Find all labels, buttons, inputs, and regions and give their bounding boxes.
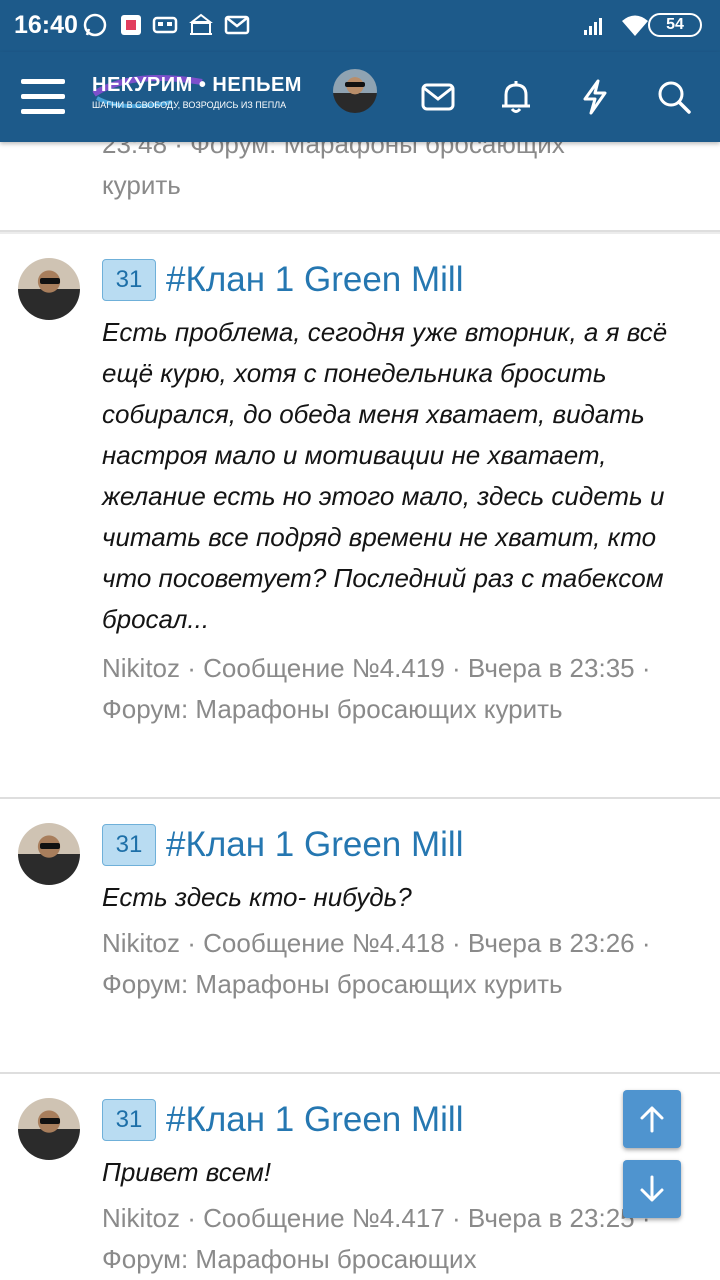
list-item[interactable]: 31 #Клан 1 Green Mill Есть проблема, сег… bbox=[0, 234, 720, 799]
menu-button[interactable] bbox=[14, 52, 72, 142]
whatsapp-icon bbox=[83, 13, 107, 37]
status-time: 16:40 bbox=[14, 11, 78, 39]
mail-icon bbox=[421, 83, 455, 111]
post-meta: Nikitoz · Сообщение №4.418 · Вчера в 23:… bbox=[102, 928, 651, 999]
inbox-button[interactable] bbox=[412, 52, 464, 142]
vr-icon bbox=[152, 16, 178, 34]
wifi-icon bbox=[622, 15, 648, 36]
thread-title-link[interactable]: #Клан 1 Green Mill bbox=[166, 1100, 463, 1140]
logo-title: НЕКУРИМ • НЕПЬЕМ bbox=[92, 74, 302, 96]
battery-indicator: 54 bbox=[648, 13, 702, 37]
scroll-to-top-button[interactable] bbox=[623, 1090, 681, 1148]
logo-tagline: ШАГНИ В СВОБОДУ, ВОЗРОДИСЬ ИЗ ПЕПЛА bbox=[92, 100, 287, 110]
app-header: НЕКУРИМ • НЕПЬЕМ ШАГНИ В СВОБОДУ, ВОЗРОД… bbox=[0, 52, 720, 142]
post-meta: 23:48 · Форум: Марафоны бросающих курить bbox=[102, 142, 565, 200]
status-bar: 16:40 54 bbox=[0, 0, 720, 52]
site-logo[interactable]: НЕКУРИМ • НЕПЬЕМ ШАГНИ В СВОБОДУ, ВОЗРОД… bbox=[92, 72, 302, 122]
lightning-icon bbox=[583, 79, 607, 115]
activity-feed: 23:48 · Форум: Марафоны бросающих курить… bbox=[0, 142, 720, 1280]
author-avatar[interactable] bbox=[18, 1098, 80, 1160]
whats-new-button[interactable] bbox=[572, 52, 618, 142]
list-item[interactable]: 31 #Клан 1 Green Mill Есть здесь кто- ни… bbox=[0, 799, 720, 1074]
thread-title-link[interactable]: #Клан 1 Green Mill bbox=[166, 825, 463, 865]
post-meta: Nikitoz · Сообщение №4.419 · Вчера в 23:… bbox=[102, 653, 651, 724]
search-icon bbox=[658, 81, 691, 114]
building-icon bbox=[189, 13, 213, 35]
bell-icon bbox=[502, 81, 530, 113]
search-button[interactable] bbox=[650, 52, 698, 142]
author-avatar[interactable] bbox=[18, 823, 80, 885]
gmail-icon bbox=[224, 15, 250, 35]
list-item[interactable]: 31 #Клан 1 Green Mill Привет всем! Nikit… bbox=[0, 1074, 720, 1280]
post-snippet: Есть здесь кто- нибудь? bbox=[102, 882, 412, 912]
arrow-up-icon bbox=[640, 1106, 664, 1133]
author-avatar[interactable] bbox=[18, 258, 80, 320]
list-item[interactable]: 23:48 · Форум: Марафоны бросающих курить bbox=[0, 142, 720, 232]
post-snippet: Есть проблема, сегодня уже вторник, а я … bbox=[102, 317, 668, 634]
arrow-down-icon bbox=[640, 1175, 664, 1202]
reply-count-badge: 31 bbox=[102, 259, 156, 301]
scroll-to-bottom-button[interactable] bbox=[623, 1160, 681, 1218]
post-meta: Nikitoz · Сообщение №4.417 · Вчера в 23:… bbox=[102, 1203, 651, 1274]
reply-count-badge: 31 bbox=[102, 824, 156, 866]
user-avatar[interactable] bbox=[333, 69, 377, 113]
signal-icon bbox=[584, 18, 602, 35]
post-snippet: Привет всем! bbox=[102, 1157, 272, 1187]
reply-count-badge: 31 bbox=[102, 1099, 156, 1141]
thread-title-link[interactable]: #Клан 1 Green Mill bbox=[166, 260, 463, 300]
alerts-button[interactable] bbox=[492, 52, 540, 142]
menu-icon bbox=[21, 79, 65, 114]
app-notification-icon bbox=[121, 15, 141, 35]
